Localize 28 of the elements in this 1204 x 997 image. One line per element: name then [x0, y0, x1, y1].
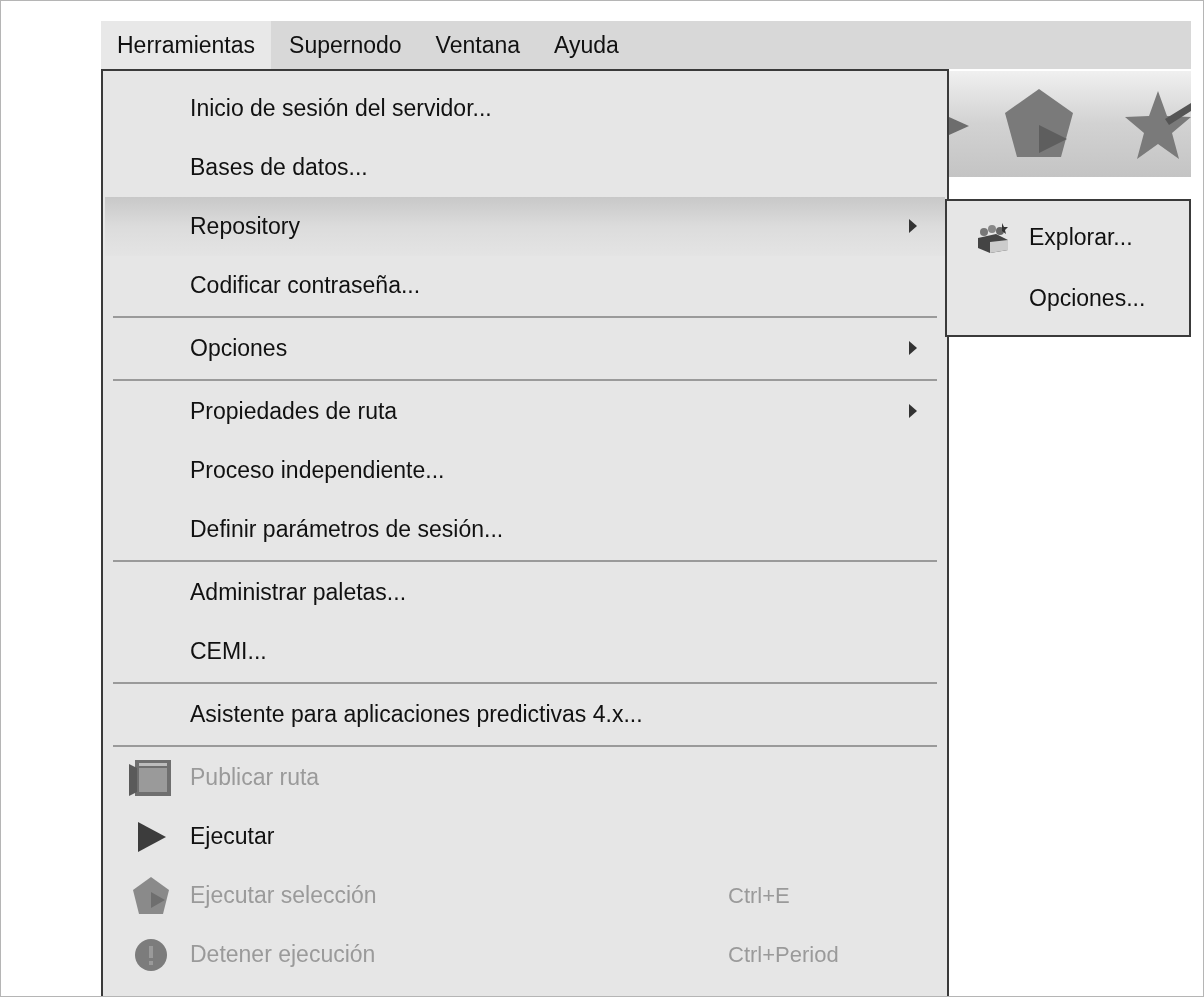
menu-item[interactable]: Bases de datos... — [105, 138, 945, 197]
menu-title[interactable]: Herramientas — [101, 21, 272, 69]
submenu-arrow-icon — [909, 404, 917, 418]
menu-item[interactable]: Inicio de sesión del servidor... — [105, 79, 945, 138]
menu-title[interactable]: Supernodo — [273, 21, 418, 69]
stop-icon — [133, 937, 168, 972]
menu-item[interactable]: Opciones — [105, 319, 945, 378]
menu-item[interactable]: Proceso independiente... — [105, 441, 945, 500]
menu-title[interactable]: Ayuda — [538, 21, 635, 69]
menu-item[interactable]: CEMI... — [105, 622, 945, 681]
shortcut-text: Ctrl+E — [728, 882, 790, 910]
menu-title[interactable]: Ventana — [419, 21, 536, 69]
menu-item[interactable]: Definir parámetros de sesión... — [105, 500, 945, 559]
menu-item[interactable]: Ejecutar — [105, 807, 945, 866]
menu-item[interactable]: Asistente para aplicaciones predictivas 4.x... — [105, 685, 945, 744]
shortcut-text: Ctrl+Period — [728, 941, 839, 969]
submenu-arrow-icon — [909, 219, 917, 233]
menu-item[interactable]: Explorar... — [947, 207, 1189, 268]
triangle-icon[interactable] — [949, 115, 971, 137]
window-icon — [128, 757, 173, 798]
menu-item[interactable]: Administrar paletas... — [105, 563, 945, 622]
menu-item[interactable]: Propiedades de ruta — [105, 382, 945, 441]
menu-item[interactable]: Opciones... — [947, 268, 1189, 329]
pentagon-run-icon — [131, 875, 170, 916]
star-icon[interactable] — [1125, 89, 1191, 161]
menu-item[interactable]: Codificar contraseña... — [105, 256, 945, 315]
toolbox-icon — [976, 221, 1010, 254]
submenu-arrow-icon — [909, 341, 917, 355]
